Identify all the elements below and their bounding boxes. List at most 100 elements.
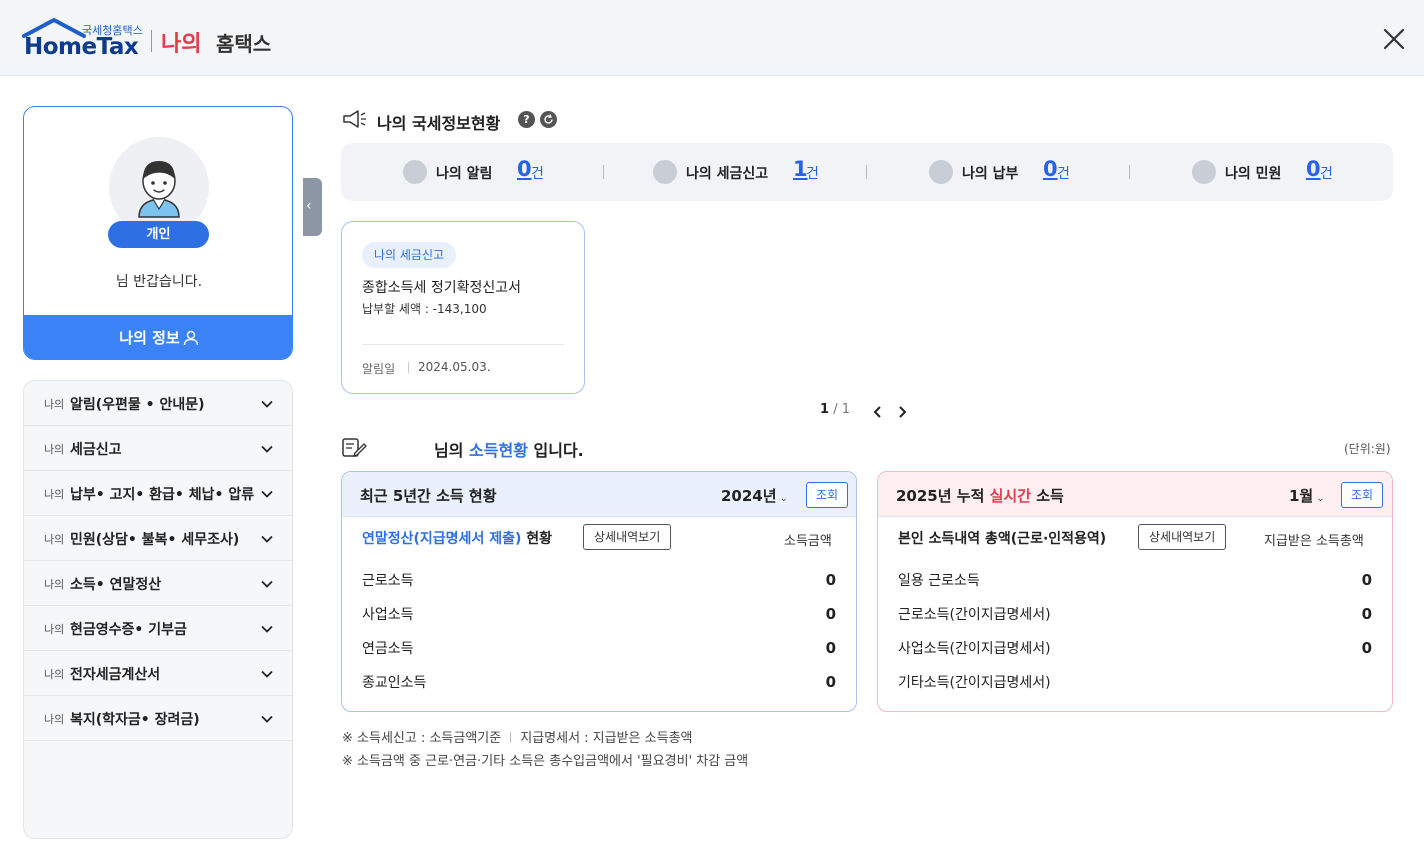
- column-header: 지급받은 소득총액: [1264, 534, 1364, 549]
- row-label: 종교인소득: [362, 675, 427, 691]
- status-summary-bar: 나의 알림 0 건 나의 세금신고 1 건 나의 납부 0 건 나의 민원 0 …: [341, 143, 1393, 201]
- footnote-2: ※ 소득금액 중 근로·연금·기타 소득은 총수입금액에서 '필요경비' 차감 …: [342, 754, 749, 769]
- chevron-right-icon: [899, 406, 907, 418]
- megaphone-icon: [343, 110, 366, 128]
- sub-title-highlight[interactable]: 연말정산(지급명세서 제출): [362, 531, 521, 547]
- panel-title-post: 소득: [1036, 487, 1064, 505]
- row-value: 0: [825, 673, 836, 691]
- menu-item-receipt[interactable]: 나의 현금영수증• 기부금: [24, 606, 292, 651]
- status-label: 나의 세금신고: [686, 166, 769, 182]
- notice-date-label: 알림일: [362, 362, 396, 376]
- menu-prefix: 나의: [44, 668, 65, 681]
- panel-title: 최근 5년간 소득 현황: [360, 487, 497, 505]
- row-label: 근로소득: [362, 573, 414, 589]
- row-label: 일용 근로소득: [898, 573, 980, 589]
- menu-label: 전자세금계산서: [70, 667, 161, 683]
- menu-item-e-invoice[interactable]: 나의 전자세금계산서: [24, 651, 292, 696]
- menu-label: 현금영수증• 기부금: [70, 622, 187, 638]
- menu-prefix: 나의: [44, 623, 65, 636]
- query-button[interactable]: 조회: [1341, 482, 1383, 508]
- row-value: 0: [1361, 571, 1372, 589]
- status-count[interactable]: 0: [1306, 157, 1321, 181]
- row-label: 기타소득(간이지급명세서): [898, 675, 1051, 691]
- sub-title: 본인 소득내역 총액(근로·인적용역): [898, 531, 1107, 547]
- sub-title-rest: 현황: [526, 531, 552, 547]
- column-header: 소득금액: [784, 534, 832, 549]
- sidebar-menu: 나의 알림(우편물 • 안내문) 나의 세금신고 나의 납부• 고지• 환급• …: [23, 380, 293, 839]
- chevron-down-icon: [261, 400, 273, 408]
- sidebar-collapse-handle[interactable]: ‹: [303, 178, 322, 236]
- menu-item-tax-report[interactable]: 나의 세금신고: [24, 426, 292, 471]
- month-select[interactable]: 1월 ⌄: [1289, 485, 1325, 506]
- my-info-label: 나의 정보: [119, 329, 180, 347]
- status-unit: 건: [1320, 166, 1333, 182]
- divider: [510, 732, 512, 743]
- status-label: 나의 알림: [436, 166, 493, 182]
- my-info-button[interactable]: 나의 정보: [24, 315, 292, 359]
- divider: [866, 165, 867, 179]
- chevron-down-icon: [261, 670, 273, 678]
- chevron-down-icon: [261, 625, 273, 633]
- title-mine: 나의: [161, 32, 202, 57]
- pager-current: 1: [820, 402, 830, 417]
- menu-label: 소득• 연말정산: [70, 577, 162, 593]
- income-title-pre: 님의: [434, 441, 464, 460]
- document-edit-icon: [342, 438, 367, 458]
- query-button[interactable]: 조회: [806, 482, 848, 508]
- row-value: 0: [825, 639, 836, 657]
- notice-date: 2024.05.03.: [418, 360, 491, 374]
- next-page-button[interactable]: [895, 404, 909, 420]
- profile-card: 개인 님 반갑습니다. 나의 정보: [23, 106, 293, 360]
- menu-item-notice[interactable]: 나의 알림(우편물 • 안내문): [24, 381, 292, 426]
- notice-card[interactable]: 나의 세금신고 종합소득세 정기확정신고서 납부할 세액 : -143,100 …: [341, 221, 585, 394]
- panel-title-pre: 2025년 누적: [896, 487, 985, 505]
- menu-label: 복지(학자금• 장려금): [70, 712, 200, 728]
- year-select-value: 2024년: [721, 487, 777, 505]
- panel-title: 2025년 누적 실시간 소득: [896, 485, 1064, 506]
- menu-prefix: 나의: [44, 443, 65, 456]
- menu-item-income[interactable]: 나의 소득• 연말정산: [24, 561, 292, 606]
- footnote-text: 지급명세서 : 지급받은 소득총액: [520, 731, 693, 746]
- menu-label: 납부• 고지• 환급• 체납• 압류: [70, 487, 255, 503]
- menu-item-welfare[interactable]: 나의 복지(학자금• 장려금): [24, 696, 292, 741]
- logo-text: HomeTax: [24, 34, 139, 60]
- status-label: 나의 납부: [962, 166, 1019, 182]
- row-value: 0: [825, 605, 836, 623]
- status-count[interactable]: 0: [517, 157, 532, 181]
- hometax-logo[interactable]: 국세청홈택스 HomeTax: [22, 18, 152, 60]
- footnote-text: ※ 소득세신고 : 소득금액기준: [342, 731, 502, 746]
- menu-prefix: 나의: [44, 713, 65, 726]
- year-select[interactable]: 2024년 ⌄: [721, 485, 788, 506]
- chevron-down-icon: [261, 445, 273, 453]
- header-bar: 국세청홈택스 HomeTax 나의 홈택스: [0, 0, 1424, 76]
- status-title: 나의 국세정보현황: [377, 114, 501, 133]
- greeting-text: 님 반갑습니다.: [115, 274, 203, 290]
- menu-item-civil[interactable]: 나의 민원(상담• 불복• 세무조사): [24, 516, 292, 561]
- chevron-down-icon: [261, 580, 273, 588]
- income-title-post: 입니다.: [533, 441, 584, 460]
- payment-icon: [929, 160, 953, 184]
- chevron-down-icon: ⌄: [1316, 493, 1325, 504]
- row-label: 사업소득: [362, 607, 414, 623]
- detail-button[interactable]: 상세내역보기: [1138, 524, 1227, 550]
- notice-title: 종합소득세 정기확정신고서: [362, 280, 522, 296]
- notice-tax-amount: 납부할 세액 : -143,100: [362, 302, 487, 316]
- detail-button[interactable]: 상세내역보기: [583, 524, 672, 550]
- unit-note: (단위:원): [1344, 442, 1391, 456]
- status-count[interactable]: 0: [1043, 157, 1058, 181]
- panel-title-red: 실시간: [989, 487, 1032, 505]
- user-type-badge: 개인: [108, 221, 209, 248]
- chevron-down-icon: ⌄: [779, 493, 788, 504]
- menu-item-payment[interactable]: 나의 납부• 고지• 환급• 체납• 압류: [24, 471, 292, 516]
- help-icon[interactable]: ?: [518, 111, 535, 128]
- sub-title: 연말정산(지급명세서 제출) 현황: [362, 528, 552, 548]
- menu-label: 알림(우편물 • 안내문): [70, 397, 205, 413]
- chevron-down-icon: [261, 490, 273, 498]
- title-hometax: 홈택스: [216, 32, 272, 56]
- close-button[interactable]: [1379, 24, 1409, 54]
- refresh-icon[interactable]: [540, 111, 557, 128]
- document-edit-icon: [653, 160, 677, 184]
- row-label: 사업소득(간이지급명세서): [898, 641, 1051, 657]
- prev-page-button[interactable]: [871, 404, 885, 420]
- menu-prefix: 나의: [44, 578, 65, 591]
